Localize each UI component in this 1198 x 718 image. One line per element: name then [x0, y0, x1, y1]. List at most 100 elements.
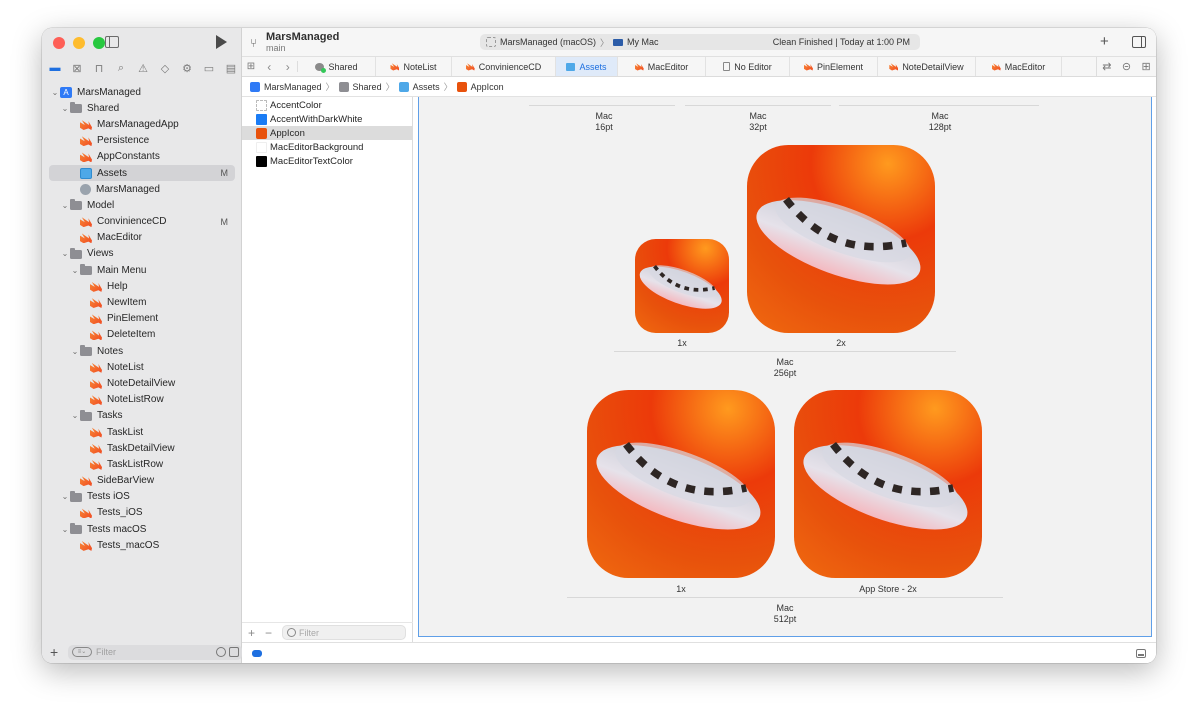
tree-item[interactable]: TaskDetailView: [42, 440, 242, 456]
project-name[interactable]: MarsManaged: [266, 31, 339, 43]
breadcrumb-item[interactable]: MarsManaged: [264, 82, 322, 92]
warning-icon[interactable]: ⚠: [136, 61, 150, 75]
add-asset-icon[interactable]: +: [248, 626, 255, 640]
editor-tab[interactable]: MacEditor: [618, 57, 706, 76]
tree-item[interactable]: ConvinienceCD M: [42, 214, 242, 230]
editor-tab[interactable]: No Editor: [706, 57, 790, 76]
breakpoint-icon[interactable]: ▭: [202, 61, 216, 75]
debug-icon[interactable]: ⚙: [180, 61, 194, 75]
app-icon-512-appstore[interactable]: [794, 390, 982, 578]
tree-item[interactable]: ⌄ A MarsManaged: [42, 84, 242, 100]
disclosure-chevron-icon[interactable]: ⌄: [60, 525, 70, 534]
tree-item[interactable]: Tests_macOS: [42, 537, 242, 553]
folder-icon[interactable]: ▬: [48, 61, 62, 75]
asset-item[interactable]: AppIcon: [242, 126, 412, 140]
run-button[interactable]: [216, 35, 227, 49]
disclosure-chevron-icon[interactable]: ⌄: [60, 249, 70, 258]
color-swatch: [256, 155, 267, 167]
tree-item[interactable]: Help: [42, 278, 242, 294]
hierarchy-icon[interactable]: ⊓: [92, 61, 106, 75]
tree-item[interactable]: ⌄ Shared: [42, 100, 242, 116]
tree-item[interactable]: DeleteItem: [42, 327, 242, 343]
navigator-filter-field[interactable]: ≡⌄ Filter: [68, 644, 242, 660]
add-icon[interactable]: +: [50, 644, 64, 660]
tree-item[interactable]: NoteListRow: [42, 392, 242, 408]
disclosure-chevron-icon[interactable]: ⌄: [70, 266, 80, 275]
tree-item[interactable]: TaskList: [42, 424, 242, 440]
close-button[interactable]: [53, 37, 65, 49]
tree-item[interactable]: NoteDetailView: [42, 375, 242, 391]
tree-item[interactable]: SideBarView: [42, 473, 242, 489]
breadcrumb-item[interactable]: AppIcon: [471, 82, 504, 92]
destination-selector[interactable]: My Mac: [627, 37, 659, 47]
inspector-toggle-icon[interactable]: [1132, 36, 1146, 48]
sidebar-toggle-icon[interactable]: [105, 36, 119, 48]
disclosure-chevron-icon[interactable]: ⌄: [60, 104, 70, 113]
tree-item[interactable]: PinElement: [42, 311, 242, 327]
editor-tab[interactable]: ConvinienceCD: [452, 57, 556, 76]
test-icon[interactable]: ◇: [158, 61, 172, 75]
disclosure-chevron-icon[interactable]: ⌄: [60, 201, 70, 210]
tree-item[interactable]: AppConstants: [42, 149, 242, 165]
more-icon[interactable]: ⊝: [1122, 60, 1131, 73]
editor-tab[interactable]: Assets: [556, 57, 618, 76]
scheme-selector[interactable]: MarsManaged (macOS): [500, 37, 596, 47]
tree-item[interactable]: Tests_iOS: [42, 505, 242, 521]
tree-item[interactable]: ⌄ Tests macOS: [42, 521, 242, 537]
minimize-button[interactable]: [73, 37, 85, 49]
asset-filter-field[interactable]: Filter: [282, 625, 407, 640]
swap-icon[interactable]: ⇄: [1102, 60, 1111, 73]
tree-item[interactable]: ⌄ Tests iOS: [42, 489, 242, 505]
tree-item[interactable]: ⌄ Notes: [42, 343, 242, 359]
disclosure-chevron-icon[interactable]: ⌄: [50, 88, 60, 97]
asset-item[interactable]: MacEditorTextColor: [242, 154, 412, 168]
tree-item[interactable]: ⌄ Model: [42, 197, 242, 213]
disclosure-chevron-icon[interactable]: ⌄: [60, 492, 70, 501]
editor-tab[interactable]: Shared: [298, 57, 376, 76]
search-icon[interactable]: ⌕: [114, 61, 128, 75]
source-control-filter-icon[interactable]: [229, 647, 239, 657]
breadcrumb-item[interactable]: Shared: [353, 82, 382, 92]
tree-item[interactable]: TaskListRow: [42, 456, 242, 472]
asset-item[interactable]: AccentColor: [242, 98, 412, 112]
asset-item[interactable]: AccentWithDarkWhite: [242, 112, 412, 126]
maximize-button[interactable]: [93, 37, 105, 49]
report-icon[interactable]: ▤: [224, 61, 238, 75]
tree-item[interactable]: NewItem: [42, 294, 242, 310]
recent-files-icon[interactable]: [216, 647, 226, 657]
tree-item[interactable]: Persistence: [42, 133, 242, 149]
tree-item[interactable]: MarsManagedApp: [42, 116, 242, 132]
branch-name[interactable]: main: [266, 43, 286, 53]
source-control-icon[interactable]: ⊠: [70, 61, 84, 75]
tree-item[interactable]: ⌄ Tasks: [42, 408, 242, 424]
debug-area-toggle-icon[interactable]: [1136, 649, 1146, 658]
app-icon-256-1x[interactable]: [635, 239, 729, 333]
toolbar: ⑂ MarsManaged main MarsManaged (macOS) 〉…: [242, 28, 1156, 56]
remove-asset-icon[interactable]: −: [265, 626, 272, 640]
add-library-button[interactable]: +: [1100, 33, 1109, 50]
add-editor-icon[interactable]: ⊞: [1142, 60, 1151, 73]
breakpoints-toggle-icon[interactable]: [252, 650, 262, 657]
disclosure-chevron-icon[interactable]: ⌄: [70, 411, 80, 420]
tree-item[interactable]: ⌄ Main Menu: [42, 262, 242, 278]
editor-tab[interactable]: PinElement: [790, 57, 878, 76]
app-icon-256-2x[interactable]: [747, 145, 935, 333]
related-items-icon[interactable]: ⊞: [242, 57, 260, 76]
editor-tab[interactable]: MacEditor: [976, 57, 1062, 76]
asset-item[interactable]: MacEditorBackground: [242, 140, 412, 154]
ufo-icon: [803, 441, 968, 530]
tree-item[interactable]: MarsManaged: [42, 181, 242, 197]
breadcrumb-item[interactable]: Assets: [413, 82, 440, 92]
back-chevron-icon[interactable]: ‹: [267, 60, 271, 74]
tree-item[interactable]: NoteList: [42, 359, 242, 375]
app-icon-512-1x[interactable]: [587, 390, 775, 578]
forward-chevron-icon[interactable]: ›: [286, 60, 290, 74]
filter-options-icon[interactable]: ≡⌄: [72, 647, 92, 657]
tree-item[interactable]: ⌄ Views: [42, 246, 242, 262]
disclosure-chevron-icon[interactable]: ⌄: [70, 347, 80, 356]
editor-tab[interactable]: NoteList: [376, 57, 452, 76]
group-label-32pt: Mac 32pt: [749, 111, 767, 132]
editor-tab[interactable]: NoteDetailView: [878, 57, 976, 76]
tree-item[interactable]: Assets M: [49, 164, 235, 182]
tree-item[interactable]: MacEditor: [42, 230, 242, 246]
